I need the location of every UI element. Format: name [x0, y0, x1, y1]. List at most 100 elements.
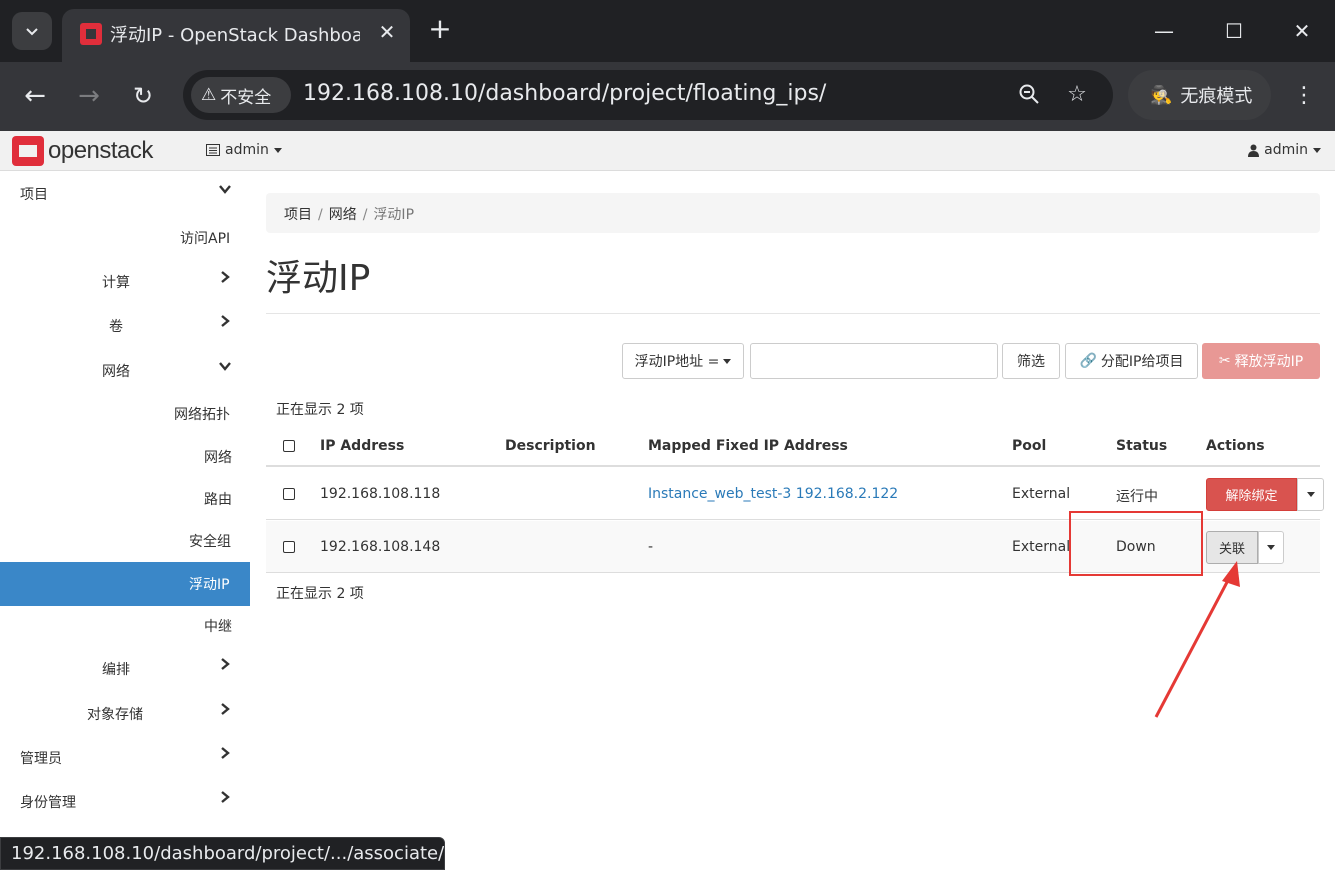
table-header: IP Address Description Mapped Fixed IP A… — [266, 427, 1320, 467]
breadcrumb-separator: / — [318, 207, 323, 223]
minimize-icon[interactable]: — — [1146, 16, 1182, 46]
chevron-down-icon — [26, 28, 38, 36]
pool: External — [1012, 539, 1071, 555]
sidebar-item-compute[interactable]: 计算 — [0, 261, 250, 301]
browser-menu-icon[interactable]: ⋮ — [1292, 80, 1316, 112]
openstack-favicon-icon — [80, 23, 102, 45]
security-chip[interactable]: ⚠ 不安全 — [191, 77, 291, 113]
tab-close-icon[interactable]: ✕ — [374, 19, 400, 45]
column-header-status[interactable]: Status — [1116, 438, 1167, 454]
project-dropdown[interactable]: admin — [206, 142, 282, 158]
breadcrumb-item[interactable]: 网络 — [329, 207, 357, 223]
row-actions-dropdown[interactable] — [1258, 531, 1284, 564]
security-label: 不安全 — [220, 87, 272, 108]
user-icon — [1248, 144, 1260, 157]
page-title: 浮动IP — [266, 258, 371, 299]
window-close-icon[interactable]: ✕ — [1284, 16, 1320, 46]
breadcrumb-item[interactable]: 项目 — [284, 207, 312, 223]
new-tab-button[interactable]: + — [424, 14, 456, 46]
sidebar-item-identity[interactable]: 身份管理 — [0, 781, 250, 821]
breadcrumb-separator: / — [362, 207, 368, 223]
url-text[interactable]: 192.168.108.10/dashboard/project/floatin… — [303, 81, 826, 106]
breadcrumb-current: 浮动IP — [373, 207, 415, 223]
row-checkbox[interactable] — [283, 488, 295, 500]
sidebar-item-api-access[interactable]: 访问API — [0, 217, 250, 257]
caret-down-icon — [1313, 147, 1321, 153]
incognito-indicator[interactable]: 🕵 无痕模式 — [1128, 70, 1271, 120]
sidebar-item-security-groups[interactable]: 安全组 — [0, 520, 250, 560]
allocate-ip-button[interactable]: 🔗 分配IP给项目 — [1065, 343, 1198, 379]
sidebar-item-trunks[interactable]: 中继 — [0, 605, 250, 645]
chevron-right-icon — [215, 313, 235, 333]
sidebar-item-label: 安全组 — [189, 534, 231, 550]
mapped-fixed-ip-link[interactable]: Instance_web_test-3 192.168.2.122 — [648, 486, 898, 502]
allocate-ip-label: 分配IP给项目 — [1100, 354, 1184, 370]
sidebar-item-volumes[interactable]: 卷 — [0, 305, 250, 345]
sidebar-item-networks[interactable]: 网络 — [0, 436, 250, 476]
sidebar-item-label: 网络 — [102, 364, 130, 380]
sidebar-item-network[interactable]: 网络 — [0, 350, 250, 390]
bookmark-star-icon[interactable]: ☆ — [1063, 82, 1091, 110]
filter-field-label: 浮动IP地址 = — [634, 354, 720, 370]
sidebar-item-label: 管理员 — [20, 751, 62, 767]
chevron-right-icon — [215, 701, 235, 721]
row-checkbox[interactable] — [283, 541, 295, 553]
filter-field-dropdown[interactable]: 浮动IP地址 = — [622, 343, 744, 379]
chevron-right-icon — [215, 745, 235, 765]
column-header-mapped[interactable]: Mapped Fixed IP Address — [648, 438, 848, 454]
sidebar-item-project[interactable]: 项目 — [0, 173, 250, 213]
column-header-ip[interactable]: IP Address — [320, 438, 404, 454]
address-bar[interactable]: ⚠ 不安全 192.168.108.10/dashboard/project/f… — [183, 70, 1113, 120]
breadcrumb: 项目 / 网络 / 浮动IP — [266, 193, 1320, 233]
column-header-pool[interactable]: Pool — [1012, 438, 1046, 454]
sidebar: 项目 访问API 计算 卷 网络 网络拓扑 网络 路由 安全组 浮动IP 中继 … — [0, 171, 250, 870]
sidebar-item-object-store[interactable]: 对象存储 — [0, 693, 250, 733]
sidebar-item-routers[interactable]: 路由 — [0, 478, 250, 518]
sidebar-item-label: 编排 — [102, 662, 130, 678]
release-floating-ip-button[interactable]: ✂ 释放浮动IP — [1202, 343, 1320, 379]
release-floating-ip-label: 释放浮动IP — [1234, 354, 1304, 370]
chevron-right-icon — [215, 656, 235, 676]
back-icon[interactable]: ← — [18, 80, 52, 114]
sidebar-item-orchestration[interactable]: 编排 — [0, 648, 250, 688]
sidebar-item-label: 网络拓扑 — [174, 407, 230, 423]
project-list-icon — [206, 144, 220, 156]
sidebar-item-label: 浮动IP — [189, 577, 230, 593]
chevron-right-icon — [215, 269, 235, 289]
sidebar-item-floating-ips[interactable]: 浮动IP — [0, 562, 250, 606]
tab-search-button[interactable] — [12, 12, 52, 50]
link-icon: 🔗 — [1079, 353, 1097, 369]
column-header-description[interactable]: Description — [505, 438, 596, 454]
user-dropdown[interactable]: admin — [1248, 142, 1321, 158]
sidebar-item-label: 项目 — [20, 187, 48, 203]
filter-button[interactable]: 筛选 — [1002, 343, 1060, 379]
forward-icon[interactable]: → — [72, 80, 106, 114]
maximize-icon[interactable]: ☐ — [1216, 16, 1252, 46]
tab-strip: 浮动IP - OpenStack Dashboard ✕ + — ☐ ✕ — [0, 0, 1335, 62]
browser-toolbar: ← → ↻ ⚠ 不安全 192.168.108.10/dashboard/pro… — [0, 62, 1335, 131]
filter-input[interactable] — [750, 343, 998, 379]
caret-down-icon — [273, 147, 282, 153]
select-all-checkbox[interactable] — [283, 440, 295, 452]
sidebar-item-admin[interactable]: 管理员 — [0, 737, 250, 777]
openstack-logo[interactable]: openstack — [12, 136, 153, 166]
openstack-page: openstack admin admin 项目 访问API 计算 卷 网络 网… — [0, 131, 1335, 870]
item-count-top: 正在显示 2 项 — [276, 402, 364, 418]
sidebar-item-label: 访问API — [180, 231, 231, 247]
zoom-icon[interactable] — [1015, 82, 1043, 110]
chevron-down-icon — [215, 181, 235, 201]
browser-status-bar: 192.168.108.10/dashboard/project/.../ass… — [0, 837, 445, 870]
active-tab[interactable]: 浮动IP - OpenStack Dashboard ✕ — [62, 9, 410, 62]
caret-down-icon — [723, 358, 732, 364]
item-count-bottom: 正在显示 2 项 — [276, 586, 364, 602]
chevron-down-icon — [215, 358, 235, 378]
logo-text: openstack — [48, 137, 153, 164]
top-navbar: openstack admin admin — [0, 131, 1335, 171]
user-name: admin — [1264, 142, 1308, 158]
sidebar-item-network-topology[interactable]: 网络拓扑 — [0, 393, 250, 433]
disassociate-button[interactable]: 解除绑定 — [1206, 478, 1297, 511]
column-header-actions: Actions — [1206, 438, 1265, 454]
row-actions-dropdown[interactable] — [1297, 478, 1324, 511]
reload-icon[interactable]: ↻ — [126, 80, 160, 114]
sidebar-item-label: 路由 — [204, 492, 232, 508]
